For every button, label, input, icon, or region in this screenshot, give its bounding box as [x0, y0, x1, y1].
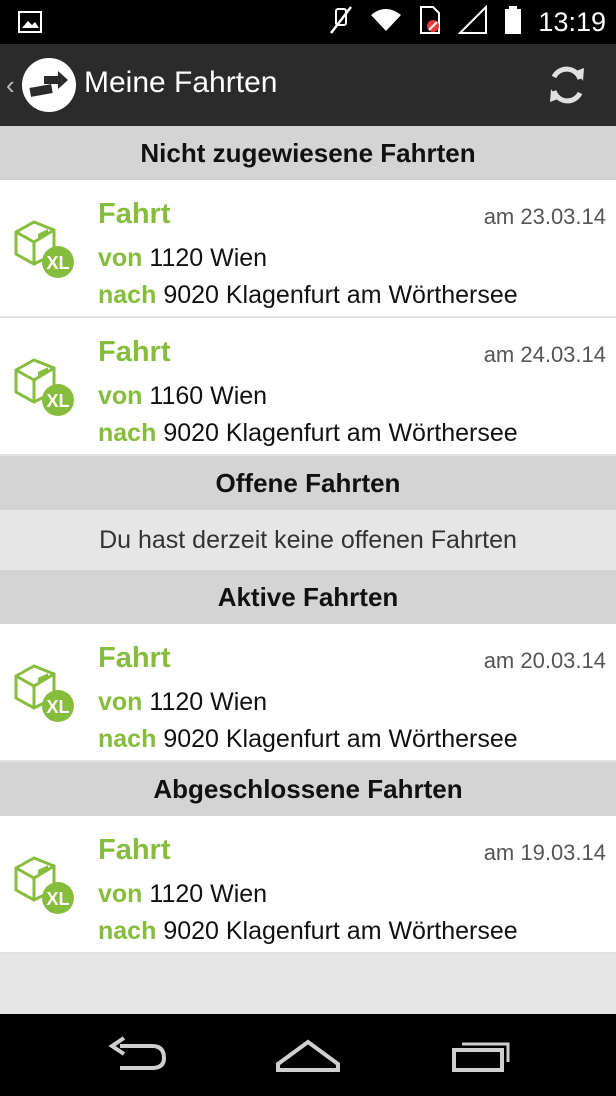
- navigation-bar: [0, 1014, 616, 1096]
- trip-item[interactable]: XL Fahrt am 23.03.14 von 1120 Wien nach …: [0, 180, 616, 318]
- trip-from: von 1120 Wien: [98, 244, 268, 272]
- back-icon[interactable]: ‹: [6, 70, 15, 101]
- action-bar: ‹ Meine Fahrten: [0, 44, 616, 126]
- battery-icon: [504, 5, 522, 40]
- image-icon: [18, 10, 42, 39]
- trip-item[interactable]: XL Fahrt am 19.03.14 von 1120 Wien nach …: [0, 816, 616, 954]
- trip-date: am 20.03.14: [483, 648, 606, 673]
- section-header-active: Aktive Fahrten: [0, 570, 616, 624]
- svg-text:XL: XL: [46, 253, 69, 273]
- signal-icon: [458, 4, 488, 40]
- trip-from: von 1160 Wien: [98, 382, 268, 410]
- trip-title: Fahrt: [98, 642, 171, 674]
- trip-from: von 1120 Wien: [98, 688, 268, 716]
- trip-date: am 19.03.14: [483, 840, 606, 865]
- back-nav-icon[interactable]: [106, 1034, 170, 1076]
- trip-item[interactable]: XL Fahrt am 20.03.14 von 1120 Wien nach …: [0, 624, 616, 762]
- package-xl-icon: XL: [12, 662, 76, 724]
- home-icon[interactable]: [274, 1034, 340, 1076]
- mute-icon: [328, 5, 354, 40]
- status-bar: 13:19: [0, 0, 616, 44]
- package-xl-icon: XL: [12, 218, 76, 280]
- recent-apps-icon[interactable]: [448, 1034, 512, 1076]
- empty-state-text: Du hast derzeit keine offenen Fahrten: [0, 510, 616, 570]
- trip-to: nach 9020 Klagenfurt am Wörthersee: [98, 281, 518, 309]
- section-header-open: Offene Fahrten: [0, 456, 616, 510]
- trip-date: am 24.03.14: [483, 342, 606, 367]
- package-xl-icon: XL: [12, 356, 76, 418]
- sim-icon: [418, 5, 442, 40]
- svg-text:XL: XL: [46, 889, 69, 909]
- trip-to: nach 9020 Klagenfurt am Wörthersee: [98, 917, 518, 945]
- trip-date: am 23.03.14: [483, 204, 606, 229]
- trip-to: nach 9020 Klagenfurt am Wörthersee: [98, 419, 518, 447]
- section-header-unassigned: Nicht zugewiesene Fahrten: [0, 126, 616, 180]
- trip-title: Fahrt: [98, 198, 171, 230]
- trip-to: nach 9020 Klagenfurt am Wörthersee: [98, 725, 518, 753]
- trip-from: von 1120 Wien: [98, 880, 268, 908]
- page-title: Meine Fahrten: [84, 66, 278, 99]
- trip-title: Fahrt: [98, 336, 171, 368]
- package-xl-icon: XL: [12, 854, 76, 916]
- app-logo-icon[interactable]: [22, 58, 76, 112]
- section-header-completed: Abgeschlossene Fahrten: [0, 762, 616, 816]
- trip-title: Fahrt: [98, 834, 171, 866]
- svg-text:XL: XL: [46, 391, 69, 411]
- trip-item[interactable]: XL Fahrt am 24.03.14 von 1160 Wien nach …: [0, 318, 616, 456]
- refresh-icon[interactable]: [544, 62, 590, 108]
- trip-list: Nicht zugewiesene Fahrten XL Fahrt am 23…: [0, 126, 616, 1014]
- clock: 13:19: [538, 6, 606, 37]
- svg-text:XL: XL: [46, 697, 69, 717]
- wifi-icon: [370, 7, 402, 38]
